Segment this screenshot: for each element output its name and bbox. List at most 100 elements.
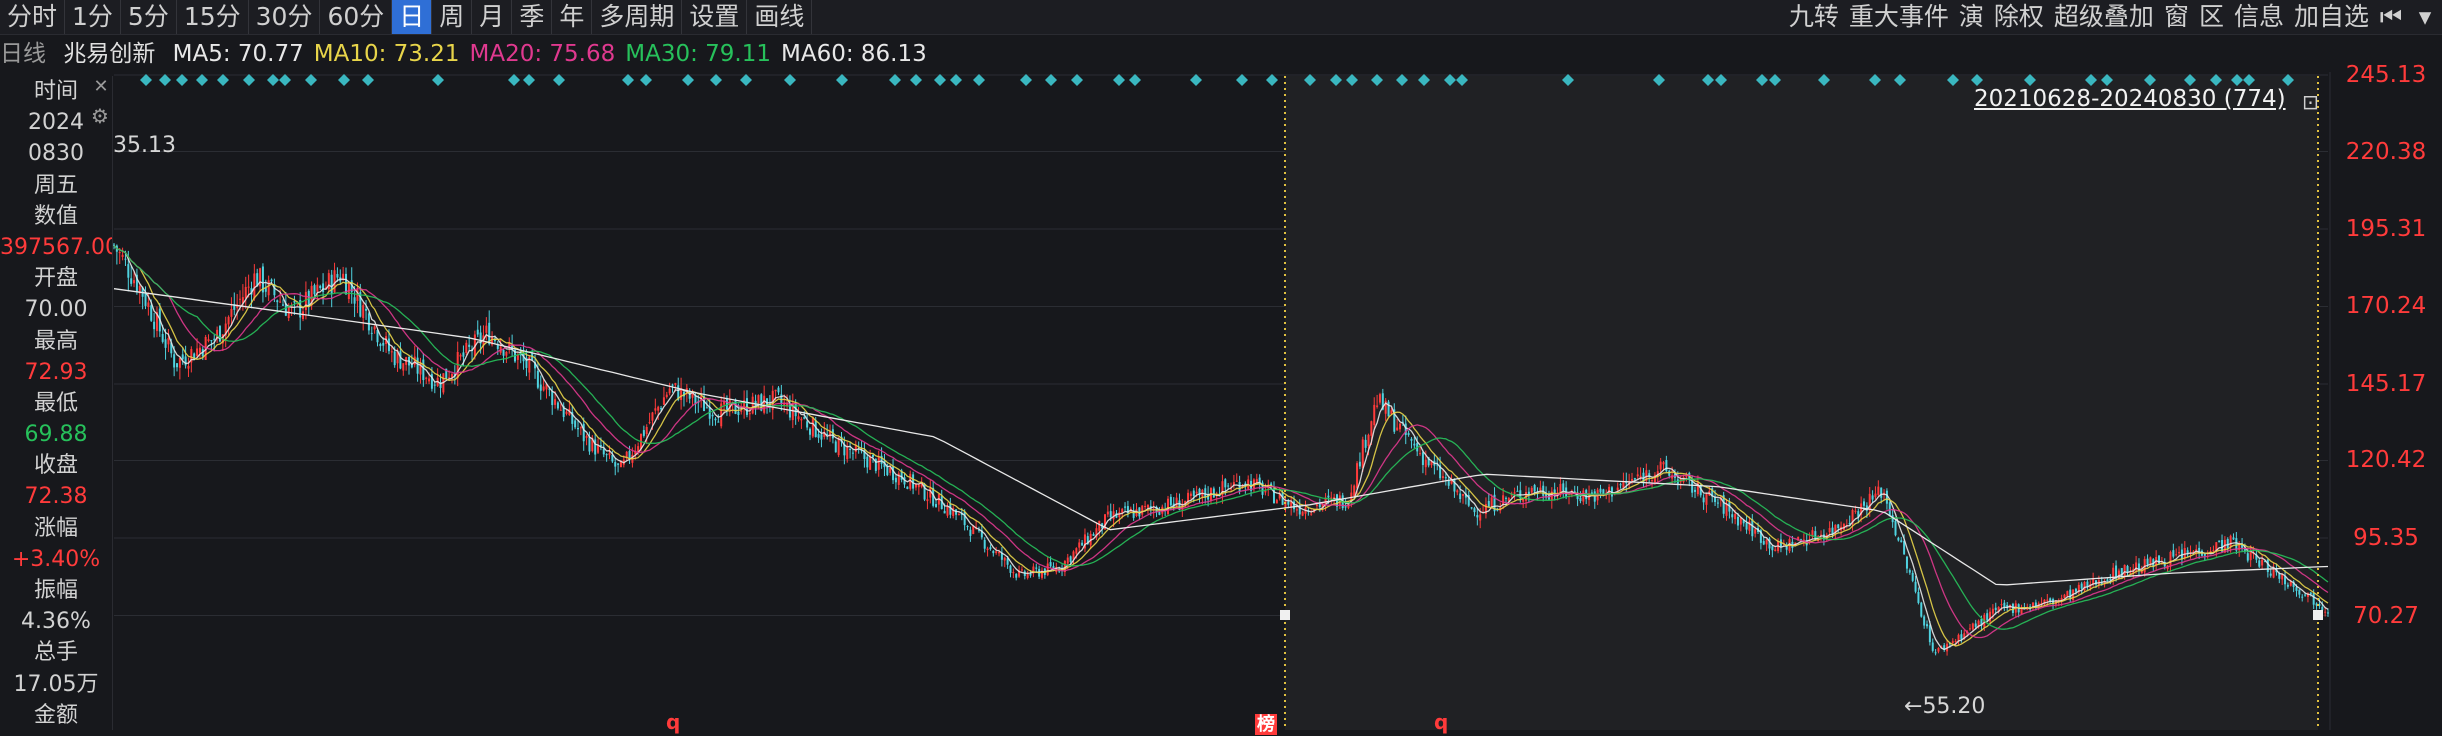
candle-body-763 xyxy=(2298,589,2301,595)
candle-body-637 xyxy=(1937,648,1940,652)
candle-body-753 xyxy=(2269,573,2272,576)
candle-body-475 xyxy=(1473,508,1476,513)
candle-body-721 xyxy=(2178,552,2181,554)
candle-body-506 xyxy=(1562,483,1565,491)
candle-body-573 xyxy=(1754,529,1757,534)
candle-body-67 xyxy=(304,291,307,311)
candle-body-750 xyxy=(2261,559,2264,566)
candle-body-231 xyxy=(774,389,777,392)
signal-diamond-34 xyxy=(1266,74,1278,86)
candle-body-265 xyxy=(872,454,875,457)
candle-body-344 xyxy=(1098,520,1101,531)
y-tick-label-3: 170.24 xyxy=(2345,293,2427,320)
candle-body-130 xyxy=(485,325,488,333)
candle-body-565 xyxy=(1731,514,1734,518)
candle-body-410 xyxy=(1287,501,1290,505)
candle-body-98 xyxy=(393,351,396,366)
candle-body-210 xyxy=(714,418,717,421)
candle-body-307 xyxy=(992,550,995,554)
candle-body-675 xyxy=(2046,599,2049,601)
candle-body-297 xyxy=(963,512,966,526)
candle-body-453 xyxy=(1410,438,1413,441)
candle-body-627 xyxy=(1908,570,1911,573)
candle-body-430 xyxy=(1344,506,1347,508)
candle-body-338 xyxy=(1081,542,1084,546)
candle-body-560 xyxy=(1716,502,1719,504)
candle-body-696 xyxy=(2106,579,2109,582)
candle-body-537 xyxy=(1651,480,1654,482)
candle-body-660 xyxy=(2003,602,2006,608)
candle-body-227 xyxy=(763,395,766,413)
candle-body-563 xyxy=(1725,503,1728,516)
candle-body-24 xyxy=(181,354,184,360)
candle-body-580 xyxy=(1774,549,1777,551)
candle-body-163 xyxy=(579,427,582,429)
candle-body-756 xyxy=(2278,573,2281,579)
candle-body-219 xyxy=(740,410,743,412)
candle-body-549 xyxy=(1685,476,1688,478)
candle-body-26 xyxy=(187,366,190,369)
candle-body-333 xyxy=(1066,557,1069,564)
candle-body-153 xyxy=(551,391,554,406)
candle-body-186 xyxy=(645,426,648,435)
candle-body-91 xyxy=(373,326,376,330)
marker-q-2[interactable]: q xyxy=(1434,710,1448,734)
candle-body-243 xyxy=(808,428,811,435)
candle-body-225 xyxy=(757,395,760,404)
candle-body-23 xyxy=(178,357,181,368)
candle-body-211 xyxy=(717,421,720,423)
candle-body-311 xyxy=(1003,557,1006,561)
candle-body-530 xyxy=(1631,479,1634,481)
marker-q-1[interactable]: q xyxy=(666,710,680,734)
candle-body-614 xyxy=(1871,495,1874,500)
signal-diamond-7 xyxy=(279,74,291,86)
candle-body-623 xyxy=(1897,537,1900,541)
candle-body-304 xyxy=(983,539,986,549)
candle-body-124 xyxy=(468,344,471,347)
candle-body-378 xyxy=(1195,491,1198,494)
candle-body-40 xyxy=(227,316,230,325)
candle-body-552 xyxy=(1694,489,1697,492)
candle-body-735 xyxy=(2218,540,2221,543)
candle-body-418 xyxy=(1310,513,1313,515)
candle-body-368 xyxy=(1167,498,1170,515)
candle-body-298 xyxy=(966,526,969,528)
signal-diamond-12 xyxy=(508,74,520,86)
candle-body-127 xyxy=(476,329,479,335)
signal-diamond-20 xyxy=(784,74,796,86)
candle-body-121 xyxy=(459,354,462,357)
signal-diamond-0 xyxy=(140,74,152,86)
candle-body-336 xyxy=(1075,548,1078,554)
candle-body-280 xyxy=(914,484,917,488)
candle-body-185 xyxy=(642,430,645,436)
candle-body-702 xyxy=(2123,564,2126,577)
candle-body-326 xyxy=(1046,563,1049,576)
candle-body-149 xyxy=(539,384,542,391)
candle-body-685 xyxy=(2074,588,2077,592)
signal-diamond-2 xyxy=(176,74,188,86)
marker-bang[interactable]: 榜 xyxy=(1255,710,1277,736)
candle-body-768 xyxy=(2312,592,2315,605)
candle-body-353 xyxy=(1124,506,1127,508)
y-tick-label-0: 245.13 xyxy=(2345,62,2427,88)
candle-body-525 xyxy=(1616,487,1619,491)
candle-body-90 xyxy=(370,332,373,334)
candle-body-738 xyxy=(2226,538,2229,549)
candle-body-165 xyxy=(585,436,588,438)
candle-body-244 xyxy=(811,417,814,437)
candle-body-643 xyxy=(1954,640,1957,642)
candle-body-360 xyxy=(1144,506,1147,508)
candle-body-456 xyxy=(1419,453,1422,455)
candle-body-719 xyxy=(2172,550,2175,557)
candle-body-433 xyxy=(1353,485,1356,497)
range-label[interactable]: 20210628-20240830 (774) xyxy=(1974,86,2286,112)
signal-diamond-23 xyxy=(910,74,922,86)
candle-body-446 xyxy=(1390,410,1393,414)
candle-body-392 xyxy=(1235,480,1238,482)
candle-body-406 xyxy=(1275,499,1278,504)
candle-body-263 xyxy=(866,456,869,468)
candle-body-207 xyxy=(705,407,708,409)
candle-body-384 xyxy=(1212,488,1215,498)
lock-icon[interactable]: ⊡ xyxy=(2302,90,2319,114)
candle-body-7 xyxy=(133,280,136,284)
